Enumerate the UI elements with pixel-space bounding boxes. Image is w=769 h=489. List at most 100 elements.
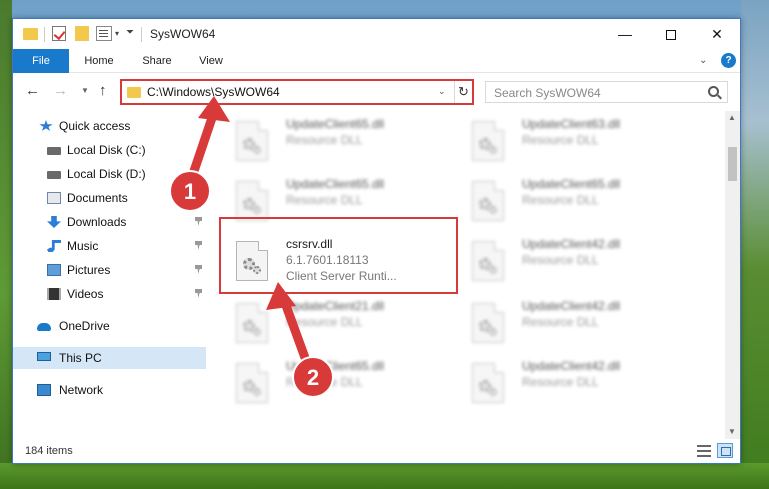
- sidebar-item-pictures[interactable]: Pictures: [13, 259, 213, 281]
- sidebar-item-label: This PC: [59, 351, 102, 365]
- file-item[interactable]: UpdateClient42.dll Resource DLL: [452, 357, 680, 413]
- address-bar[interactable]: C:\Windows\SysWOW64 ⌄ ↻: [120, 79, 474, 105]
- up-button[interactable]: ↑: [99, 82, 107, 99]
- sidebar-item-this-pc[interactable]: This PC: [13, 347, 206, 369]
- sidebar-item-label: Downloads: [67, 215, 127, 229]
- pin-icon[interactable]: [195, 217, 202, 226]
- dll-file-icon: [236, 181, 268, 221]
- gear-icon: [489, 146, 497, 154]
- file-item[interactable]: UpdateClient21.dll Resource DLL: [216, 297, 444, 353]
- dll-file-icon: [236, 303, 268, 343]
- sidebar-item-label: Pictures: [67, 263, 111, 277]
- help-icon[interactable]: ?: [721, 53, 736, 68]
- pin-icon[interactable]: [195, 289, 202, 298]
- address-dropdown-icon[interactable]: ⌄: [438, 86, 446, 97]
- gear-icon: [489, 328, 497, 336]
- maximize-button[interactable]: [648, 19, 694, 49]
- file-item[interactable]: UpdateClient65.dll Resource DLL: [452, 175, 680, 231]
- gear-icon: [489, 206, 497, 214]
- gear-icon: [489, 266, 497, 274]
- gear-icon: [253, 328, 261, 336]
- network-icon: [37, 384, 51, 396]
- drive-icon: [47, 147, 61, 155]
- large-icons-view-icon[interactable]: [717, 443, 733, 458]
- videos-icon: [47, 288, 61, 300]
- file-description: Resource DLL: [286, 133, 363, 147]
- file-description: Resource DLL: [286, 375, 363, 389]
- sidebar-item-local-disk-c[interactable]: Local Disk (C:): [13, 139, 213, 161]
- dll-file-icon: [472, 363, 504, 403]
- new-folder-icon[interactable]: [75, 26, 89, 41]
- dll-file-icon: [472, 181, 504, 221]
- scroll-down-icon[interactable]: ▼: [728, 427, 736, 436]
- file-highlight-box: [219, 217, 458, 294]
- desktop-background-left: [0, 0, 12, 489]
- file-item[interactable]: UpdateClient42.dll Resource DLL: [452, 297, 680, 353]
- sidebar-item-onedrive[interactable]: OneDrive: [13, 315, 213, 337]
- tab-view[interactable]: View: [193, 49, 229, 73]
- cloud-icon: [37, 323, 51, 331]
- details-view-icon[interactable]: [697, 445, 711, 457]
- refresh-button[interactable]: ↻: [454, 81, 472, 103]
- tab-file[interactable]: File: [13, 49, 69, 73]
- customize-toolbar-icon[interactable]: ⏷: [126, 27, 136, 43]
- file-item[interactable]: UpdateClient42.dll Resource DLL: [452, 235, 680, 291]
- scrollbar-thumb[interactable]: [728, 147, 737, 181]
- music-icon: [47, 240, 61, 252]
- file-item[interactable]: UpdateClient65.dll Resource DLL: [216, 115, 444, 171]
- address-path[interactable]: C:\Windows\SysWOW64: [147, 85, 280, 99]
- pin-icon[interactable]: [195, 265, 202, 274]
- desktop-background-bottom: [0, 463, 769, 489]
- search-input[interactable]: Search SysWOW64: [494, 86, 601, 100]
- expand-ribbon-icon[interactable]: ⌄: [699, 55, 707, 66]
- file-name: UpdateClient65.dll: [286, 177, 385, 191]
- search-box[interactable]: Search SysWOW64: [485, 81, 728, 103]
- gear-icon: [253, 146, 261, 154]
- file-name: UpdateClient63.dll: [522, 117, 621, 131]
- gear-icon: [489, 388, 497, 396]
- file-name: UpdateClient21.dll: [286, 299, 385, 313]
- file-item[interactable]: UpdateClient65.dll Resource DLL: [216, 357, 444, 413]
- dll-file-icon: [472, 121, 504, 161]
- download-icon: [47, 216, 61, 228]
- sidebar-item-label: OneDrive: [59, 319, 110, 333]
- sidebar-item-label: Quick access: [59, 119, 131, 133]
- minimize-button[interactable]: —: [602, 19, 648, 49]
- scroll-up-icon[interactable]: ▲: [728, 113, 736, 122]
- pictures-icon: [47, 264, 61, 276]
- gear-icon: [253, 206, 261, 214]
- file-description: Resource DLL: [522, 375, 599, 389]
- close-button[interactable]: ✕: [694, 19, 740, 49]
- file-description: Resource DLL: [522, 193, 599, 207]
- chevron-down-icon[interactable]: ▾: [115, 29, 123, 45]
- sidebar-item-local-disk-d[interactable]: Local Disk (D:): [13, 163, 213, 185]
- documents-icon: [47, 192, 61, 204]
- properties-list-icon[interactable]: [96, 26, 112, 41]
- vertical-scrollbar[interactable]: ▲ ▼: [725, 111, 740, 439]
- sidebar-item-network[interactable]: Network: [13, 379, 213, 401]
- folder-icon: [23, 28, 38, 40]
- sidebar-item-quick-access[interactable]: Quick access: [13, 115, 213, 137]
- forward-button[interactable]: →: [53, 82, 68, 99]
- tab-home[interactable]: Home: [77, 49, 121, 73]
- file-name: UpdateClient42.dll: [522, 237, 621, 251]
- sidebar-item-documents[interactable]: Documents: [13, 187, 213, 209]
- search-icon[interactable]: [708, 86, 719, 97]
- tab-share[interactable]: Share: [135, 49, 179, 73]
- drive-icon: [47, 171, 61, 179]
- desktop-background-right: [741, 0, 769, 489]
- sidebar-item-videos[interactable]: Videos: [13, 283, 213, 305]
- file-name: UpdateClient65.dll: [286, 117, 385, 131]
- back-button[interactable]: ←: [25, 82, 40, 99]
- sidebar-item-downloads[interactable]: Downloads: [13, 211, 213, 233]
- sidebar-item-label: Documents: [67, 191, 128, 205]
- pin-icon[interactable]: [195, 193, 202, 202]
- sidebar-item-label: Videos: [67, 287, 104, 301]
- sidebar-item-music[interactable]: Music: [13, 235, 213, 257]
- properties-check-icon[interactable]: [52, 26, 66, 41]
- recent-locations-icon[interactable]: ▼: [81, 86, 89, 95]
- pin-icon[interactable]: [195, 241, 202, 250]
- maximize-icon: [666, 30, 676, 41]
- file-item[interactable]: UpdateClient63.dll Resource DLL: [452, 115, 680, 171]
- dll-file-icon: [236, 121, 268, 161]
